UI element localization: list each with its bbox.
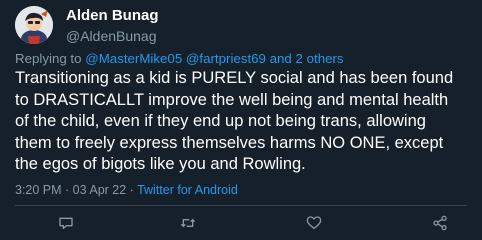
source-app-link[interactable]: Twitter for Android [137,183,238,197]
reply-icon [59,217,73,229]
display-name[interactable]: Alden Bunag [66,7,159,25]
tweet-text-line: of the child, even if they end up not be… [15,112,426,131]
divider [15,205,467,206]
avatar[interactable] [15,6,53,44]
meta-separator: · [61,183,73,197]
heart-icon [306,216,322,229]
reply-mention-1[interactable]: @MasterMike05 [85,51,182,66]
tweet-text-line: them to freely express themselves harms … [15,133,444,152]
reply-mention-2[interactable]: @fartpriest69 [186,51,266,66]
like-button[interactable] [306,215,322,231]
reply-conjunction: and [265,51,296,66]
tweet-card: Alden Bunag @AldenBunag Replying to @Mas… [0,0,482,240]
tweet-text-line: Transitioning as a kid is PURELY social … [15,69,454,87]
retweet-icon [180,218,196,228]
replying-to-prefix: Replying to [15,51,86,66]
user-handle[interactable]: @AldenBunag [66,27,157,45]
tweet-text-line: to DRASTICALLT improve the well being an… [15,90,449,109]
reply-button[interactable] [58,215,74,231]
replying-to: Replying to @MasterMike05 @fartpriest69 … [15,51,344,67]
share-button[interactable] [432,215,448,231]
tweet-text: Transitioning as a kid is PURELY social … [15,68,477,176]
avatar-icon [15,6,53,44]
retweet-button[interactable] [180,215,196,231]
tweet-meta: 3:20 PM · 03 Apr 22 · Twitter for Androi… [15,182,238,198]
tweet-date[interactable]: 03 Apr 22 [73,183,127,197]
share-icon [433,215,447,231]
tweet-text-line: the egos of bigots like you and Rowling. [15,155,306,174]
reply-others-link[interactable]: 2 others [296,51,344,66]
tweet-time[interactable]: 3:20 PM [15,183,62,197]
meta-separator: · [126,183,138,197]
